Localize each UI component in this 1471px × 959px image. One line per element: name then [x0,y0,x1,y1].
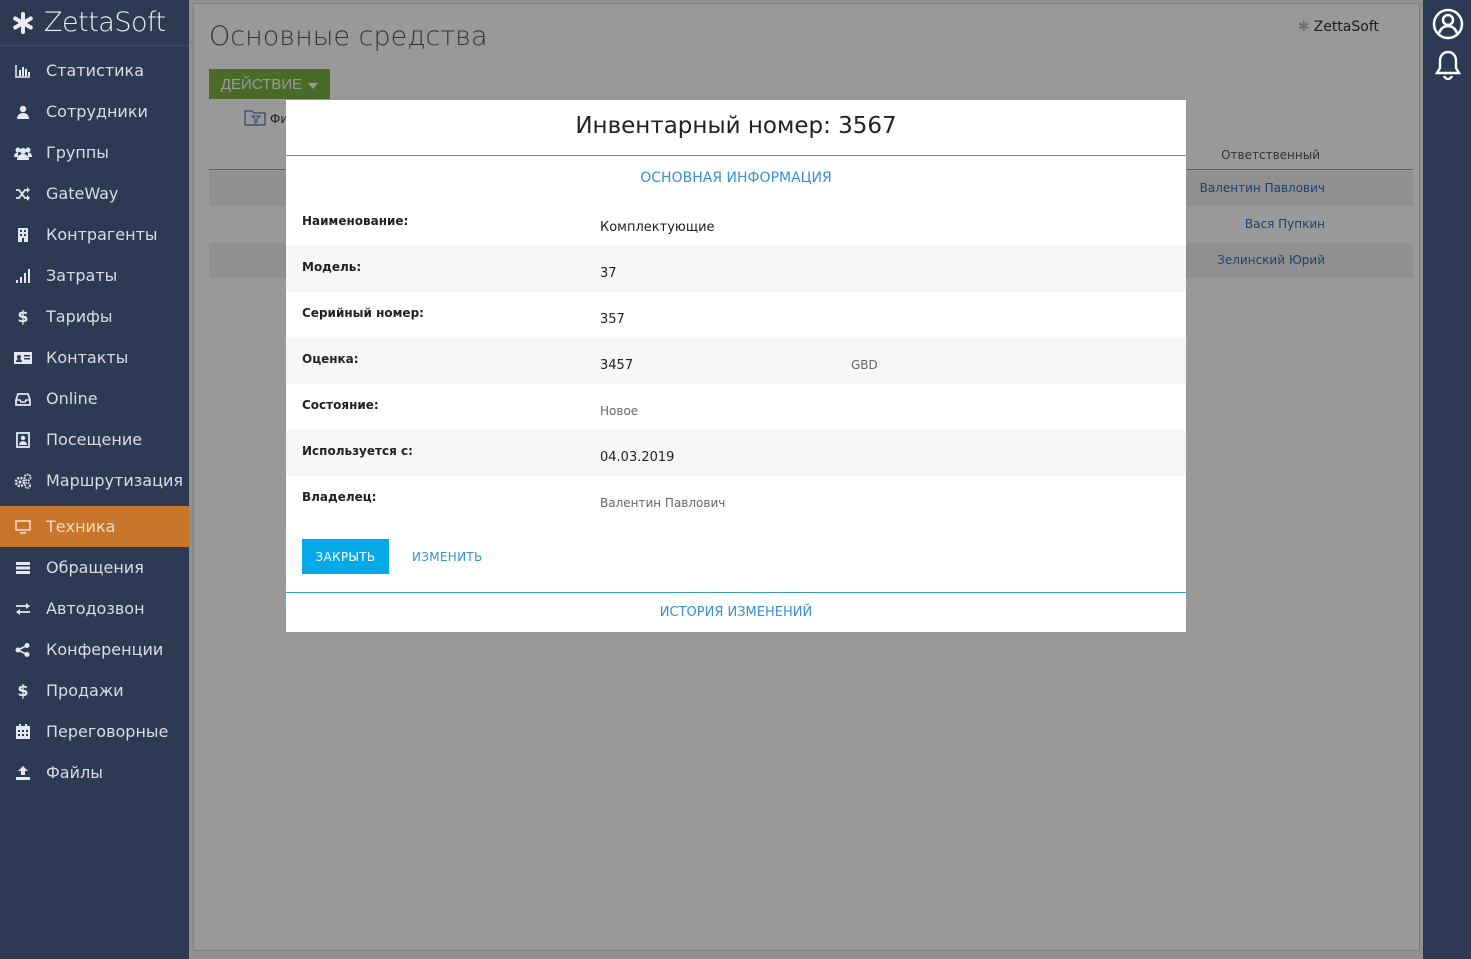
exchange-icon [14,600,32,618]
field-value: Новое [600,404,639,418]
inventory-details-modal: Инвентарный номер: 3567 ОСНОВНАЯ ИНФОРМА… [286,100,1186,632]
field-label: Оценка: [302,352,359,366]
modal-title: Инвентарный номер: 3567 [286,100,1186,156]
monitor-icon [14,518,32,536]
sidebar-item-requests[interactable]: Обращения [0,547,189,588]
sidebar-item-label: Переговорные [46,722,169,741]
building-icon [14,226,32,244]
field-value: 3457 [600,358,634,373]
dollar-icon: $ [17,307,29,326]
list-icon [14,559,32,577]
change-history-link[interactable]: ИСТОРИЯ ИЗМЕНЕНИЙ [286,592,1186,632]
sidebar-item-label: Посещение [46,430,143,449]
field-label: Модель: [302,260,362,274]
sidebar-item-label: Продажи [46,681,124,700]
currency-label: GBD [851,358,878,372]
field-valuation: Оценка: 3457 GBD [286,338,1186,384]
sidebar-item-label: Контакты [46,348,129,367]
sidebar-item-label: Конференции [46,640,164,659]
sidebar-item-label: Контрагенты [46,225,158,244]
sidebar-item-label: Затраты [46,266,118,285]
sidebar-item-routing[interactable]: Маршрутизация [0,460,189,501]
sidebar-item-label: Файлы [46,763,103,782]
field-label: Используется с: [302,444,413,458]
sidebar-item-label: Online [46,389,98,408]
dollar-icon: $ [17,681,29,700]
sidebar-item-label: Статистика [46,61,144,80]
sidebar-item-label: Техника [46,517,116,536]
field-owner: Владелец: Валентин Павлович [286,476,1186,522]
sidebar-item-attendance[interactable]: Посещение [0,419,189,460]
field-name: Наименование: Комплектующие [286,200,1186,246]
app-logo[interactable]: ZettaSoft [0,0,189,46]
bar-chart-icon [14,62,32,80]
sidebar-item-label: Тарифы [46,307,113,326]
sidebar-item-files[interactable]: Файлы [0,752,189,793]
sidebar-item-label: Сотрудники [46,102,148,121]
sidebar-item-equipment[interactable]: Техника [0,506,189,547]
sidebar-item-label: Обращения [46,558,144,577]
sidebar-nav: Статистика Сотрудники Группы GateWay Кон… [0,50,189,793]
inbox-icon [14,390,32,408]
sidebar-item-employees[interactable]: Сотрудники [0,91,189,132]
section-main-info-tab[interactable]: ОСНОВНАЯ ИНФОРМАЦИЯ [286,170,1186,200]
field-label: Серийный номер: [302,306,424,320]
sidebar-item-statistics[interactable]: Статистика [0,50,189,91]
sidebar-item-autodial[interactable]: Автодозвон [0,588,189,629]
field-label: Состояние: [302,398,379,412]
sidebar: ZettaSoft Статистика Сотрудники Группы G… [0,0,189,959]
sidebar-item-expenses[interactable]: Затраты [0,255,189,296]
field-serial-number: Серийный номер: 357 [286,292,1186,338]
sidebar-item-tariffs[interactable]: $ Тарифы [0,296,189,337]
sidebar-item-gateway[interactable]: GateWay [0,173,189,214]
contact-card-icon [14,349,32,367]
field-model: Модель: 37 [286,246,1186,292]
gears-icon [14,472,32,490]
sidebar-item-label: Маршрутизация [46,471,183,490]
right-toolbar [1423,0,1471,959]
field-label: Владелец: [302,490,377,504]
field-value: 37 [600,266,617,281]
user-profile-icon[interactable] [1432,8,1464,40]
signal-icon [14,267,32,285]
sidebar-item-groups[interactable]: Группы [0,132,189,173]
sidebar-item-label: Автодозвон [46,599,145,618]
user-icon [14,103,32,121]
edit-button[interactable]: ИЗМЕНИТЬ [412,550,483,564]
group-icon [14,144,32,162]
sidebar-item-online[interactable]: Online [0,378,189,419]
sidebar-item-label: GateWay [46,184,119,203]
field-value: 357 [600,312,625,327]
field-value: Валентин Павлович [600,496,726,510]
calendar-icon [14,723,32,741]
sidebar-item-label: Группы [46,143,109,162]
share-icon [14,641,32,659]
close-button[interactable]: ЗАКРЫТЬ [302,539,389,574]
field-label: Наименование: [302,214,409,228]
app-name: ZettaSoft [44,7,166,38]
field-value: 04.03.2019 [600,450,675,465]
upload-icon [14,764,32,782]
bell-icon[interactable] [1432,49,1464,81]
sidebar-item-sales[interactable]: $ Продажи [0,670,189,711]
sidebar-item-contacts[interactable]: Контакты [0,337,189,378]
field-condition: Состояние: Новое [286,384,1186,430]
asterisk-logo-icon [13,11,33,34]
sidebar-item-contractors[interactable]: Контрагенты [0,214,189,255]
badge-icon [14,431,32,449]
shuffle-icon [14,185,32,203]
modal-actions: ЗАКРЫТЬ ИЗМЕНИТЬ [302,539,483,574]
sidebar-item-meeting-rooms[interactable]: Переговорные [0,711,189,752]
field-in-use-since: Используется с: 04.03.2019 [286,430,1186,476]
field-value: Комплектующие [600,220,715,235]
sidebar-item-conferences[interactable]: Конференции [0,629,189,670]
